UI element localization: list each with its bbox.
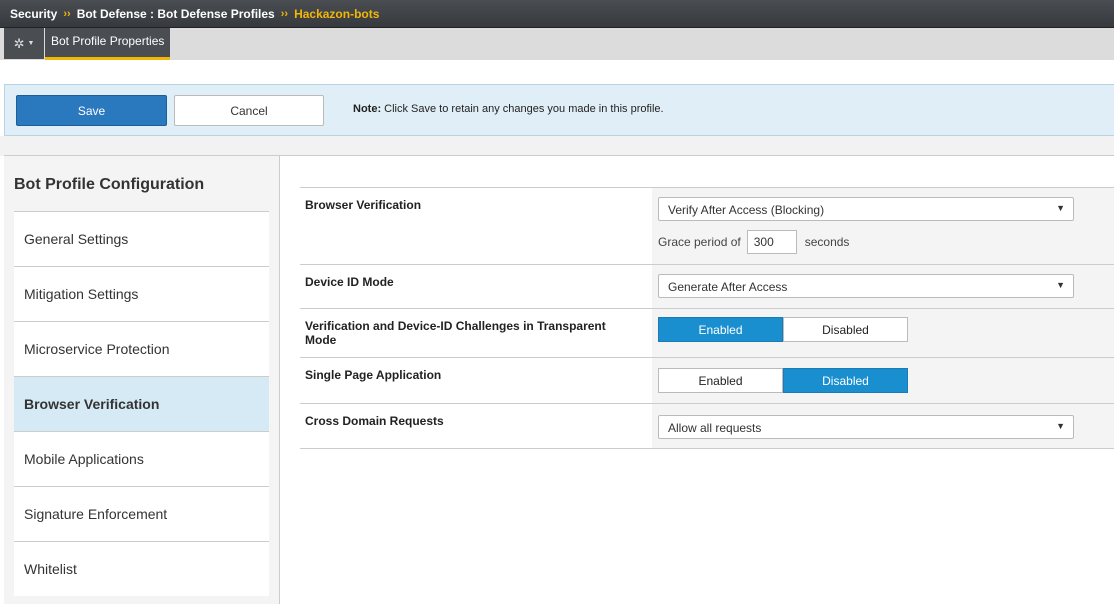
spacer <box>0 136 1114 156</box>
grace-period-input[interactable] <box>746 230 797 254</box>
setting-row-cross-domain-requests: Cross Domain Requests Allow all requests… <box>300 403 1114 448</box>
grace-prefix: Grace period of <box>658 235 741 249</box>
browser-verification-select[interactable]: Verify After Access (Blocking) ▼ <box>658 197 1074 221</box>
setting-label: Single Page Application <box>305 368 442 382</box>
device-id-mode-select[interactable]: Generate After Access ▼ <box>658 274 1074 298</box>
sidebar-title: Bot Profile Configuration <box>14 176 205 193</box>
breadcrumb-separator: ›› <box>280 7 289 20</box>
sidebar-item-mobile-applications[interactable]: Mobile Applications <box>14 431 269 486</box>
sidebar-item-browser-verification[interactable]: Browser Verification <box>14 376 269 431</box>
grace-suffix: seconds <box>804 235 850 249</box>
sidebar-item-mitigation-settings[interactable]: Mitigation Settings <box>14 266 269 321</box>
gear-icon: ✲ <box>13 35 25 51</box>
dropdown-arrow-icon: ▼ <box>1056 421 1065 431</box>
enabled-option[interactable]: Enabled <box>658 317 783 342</box>
sidebar: Bot Profile Configuration General Settin… <box>4 155 280 604</box>
cross-domain-requests-select[interactable]: Allow all requests ▼ <box>658 415 1074 439</box>
setting-row-transparent-challenges: Verification and Device-ID Challenges in… <box>300 308 1114 357</box>
dropdown-arrow-icon: ▼ <box>1056 203 1065 213</box>
divider <box>300 448 1114 449</box>
breadcrumb-separator: ›› <box>63 7 71 20</box>
save-note: Note: Click Save to retain any changes y… <box>353 103 664 115</box>
sidebar-item-whitelist[interactable]: Whitelist <box>14 541 269 596</box>
tab-bar: ✲ ▼ Bot Profile Properties <box>0 28 1114 60</box>
settings-menu-button[interactable]: ✲ ▼ <box>4 28 44 59</box>
tab-bot-profile-properties[interactable]: Bot Profile Properties <box>45 28 170 60</box>
dropdown-arrow-icon: ▼ <box>1056 280 1065 290</box>
chevron-down-icon: ▼ <box>27 40 35 47</box>
setting-row-browser-verification: Browser Verification Verify After Access… <box>300 187 1114 264</box>
sidebar-item-microservice-protection[interactable]: Microservice Protection <box>14 321 269 376</box>
breadcrumb-current: Hackazon-bots <box>294 6 380 21</box>
grace-period: Grace period of seconds <box>658 230 849 254</box>
note-text: Click Save to retain any changes you mad… <box>381 103 664 115</box>
breadcrumb-bot-defense-profiles[interactable]: Bot Defense : Bot Defense Profiles <box>77 7 275 21</box>
select-value: Verify After Access (Blocking) <box>668 203 825 217</box>
sidebar-item-general-settings[interactable]: General Settings <box>14 211 269 266</box>
setting-row-single-page-application: Single Page Application Enabled Disabled <box>300 357 1114 403</box>
cancel-button[interactable]: Cancel <box>174 95 324 126</box>
select-value: Generate After Access <box>668 280 788 294</box>
setting-label: Cross Domain Requests <box>305 414 444 428</box>
disabled-option[interactable]: Disabled <box>783 368 908 393</box>
disabled-option[interactable]: Disabled <box>783 317 908 342</box>
action-bar: Save Cancel Note: Click Save to retain a… <box>4 84 1114 136</box>
note-label: Note: <box>353 103 382 115</box>
setting-label: Verification and Device-ID Challenges in… <box>305 319 606 347</box>
settings-panel: Browser Verification Verify After Access… <box>280 155 1114 604</box>
single-page-application-toggle: Enabled Disabled <box>658 368 908 393</box>
breadcrumb: Security ›› Bot Defense : Bot Defense Pr… <box>0 0 1114 28</box>
save-button[interactable]: Save <box>16 95 167 126</box>
sidebar-item-signature-enforcement[interactable]: Signature Enforcement <box>14 486 269 541</box>
breadcrumb-security[interactable]: Security <box>10 7 57 21</box>
transparent-challenges-toggle: Enabled Disabled <box>658 317 908 342</box>
setting-label: Device ID Mode <box>305 275 394 289</box>
setting-row-device-id-mode: Device ID Mode Generate After Access ▼ <box>300 264 1114 308</box>
setting-label: Browser Verification <box>305 198 422 212</box>
select-value: Allow all requests <box>668 421 762 435</box>
enabled-option[interactable]: Enabled <box>658 368 783 393</box>
